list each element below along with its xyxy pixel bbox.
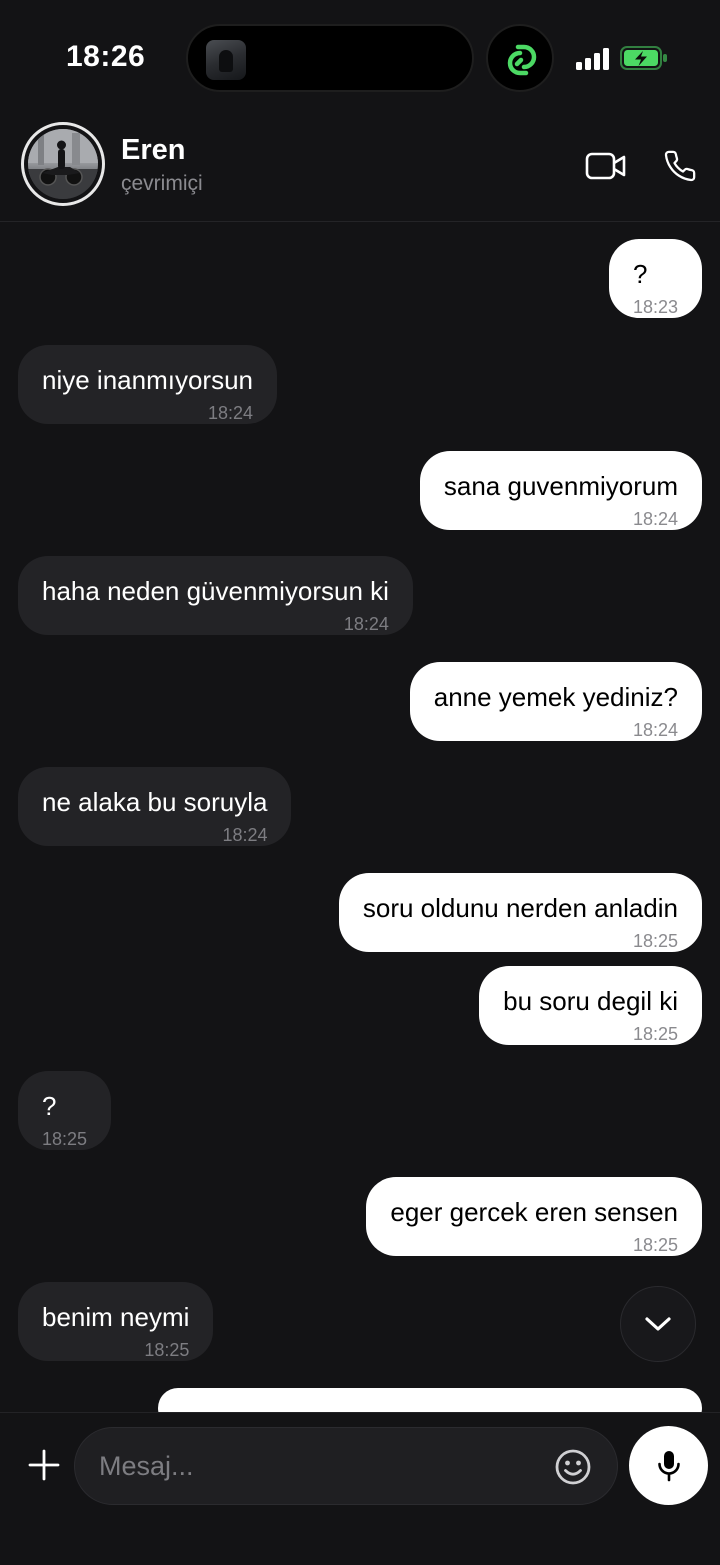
message-time: 18:25 xyxy=(632,1024,678,1044)
message-text: anne yemek yediniz? xyxy=(433,682,678,712)
message-input-container[interactable] xyxy=(74,1427,618,1505)
message-bubble-incoming[interactable]: ne alaka bu soruyla 18:24 xyxy=(18,767,292,846)
message-bubble-outgoing[interactable]: sana guvenmiyorum 18:24 xyxy=(419,451,702,530)
avatar-photo xyxy=(28,129,98,199)
message-text: sana guvenmiyorum xyxy=(443,471,678,501)
contact-status: çevrimiçi xyxy=(121,172,203,195)
message-bubble-outgoing[interactable]: anne yemek yediniz? 18:24 xyxy=(409,662,702,741)
message-text: ne alaka bu soruyla xyxy=(42,787,268,817)
message-time: 18:25 xyxy=(42,1129,88,1149)
message-bubble-incoming[interactable]: niye inanmıyorsun 18:24 xyxy=(18,345,277,424)
status-time: 18:26 xyxy=(66,40,146,73)
message-text: eger gercek eren sensen xyxy=(390,1197,678,1227)
message-text: ? xyxy=(632,259,648,289)
chat-header: Eren çevrimiçi xyxy=(0,112,720,222)
contact-name[interactable]: Eren xyxy=(121,134,185,167)
message-bubble-partial[interactable] xyxy=(158,1388,702,1412)
message-composer xyxy=(0,1412,720,1565)
emoji-icon[interactable] xyxy=(553,1447,593,1487)
message-time: 18:25 xyxy=(632,931,678,951)
message-bubble-incoming[interactable]: ? 18:25 xyxy=(18,1071,112,1150)
chevron-down-icon xyxy=(645,1317,671,1331)
chat-screen: 18:26 Eren çevrimiçi ? 18:23 niye inanmı… xyxy=(0,0,720,1565)
message-list[interactable]: ? 18:23 niye inanmıyorsun 18:24 sana guv… xyxy=(0,222,720,1412)
message-text: soru oldunu nerden anladin xyxy=(362,893,678,923)
message-text: benim neymi xyxy=(42,1302,190,1332)
message-time: 18:24 xyxy=(207,403,253,423)
message-time: 18:23 xyxy=(632,297,678,317)
message-bubble-outgoing[interactable]: eger gercek eren sensen 18:25 xyxy=(366,1177,702,1256)
message-time: 18:25 xyxy=(144,1340,190,1360)
link-app-icon xyxy=(507,44,537,76)
message-time: 18:24 xyxy=(632,720,678,740)
voice-record-button[interactable] xyxy=(629,1426,708,1505)
video-call-button[interactable] xyxy=(584,146,628,186)
message-bubble-outgoing[interactable]: bu soru degil ki 18:25 xyxy=(479,966,702,1045)
message-time: 18:24 xyxy=(222,825,268,845)
message-text: niye inanmıyorsun xyxy=(42,365,253,395)
message-bubble-incoming[interactable]: benim neymi 18:25 xyxy=(18,1282,214,1361)
message-time: 18:24 xyxy=(632,509,678,529)
live-activity[interactable] xyxy=(486,24,554,92)
scroll-to-bottom-button[interactable] xyxy=(620,1286,696,1362)
message-text: bu soru degil ki xyxy=(503,986,678,1016)
album-art-icon xyxy=(206,40,246,80)
message-time: 18:25 xyxy=(632,1235,678,1255)
message-time: 18:24 xyxy=(343,614,389,634)
microphone-icon xyxy=(657,1450,680,1481)
signal-icon xyxy=(576,48,609,70)
dynamic-island[interactable] xyxy=(186,24,474,92)
attach-button[interactable] xyxy=(22,1443,66,1487)
message-bubble-outgoing[interactable]: ? 18:23 xyxy=(608,239,702,318)
phone-icon xyxy=(664,150,696,182)
status-bar: 18:26 xyxy=(0,0,720,110)
avatar[interactable] xyxy=(21,122,105,206)
message-text: haha neden güvenmiyorsun ki xyxy=(42,576,389,606)
message-text: ? xyxy=(42,1091,57,1121)
voice-call-button[interactable] xyxy=(658,146,702,186)
battery-charging-icon xyxy=(620,46,667,70)
message-bubble-incoming[interactable]: haha neden güvenmiyorsun ki 18:24 xyxy=(18,556,413,635)
video-call-icon xyxy=(585,152,626,180)
message-bubble-outgoing[interactable]: soru oldunu nerden anladin 18:25 xyxy=(338,873,702,952)
plus-icon xyxy=(28,1449,60,1481)
message-input[interactable] xyxy=(99,1428,539,1504)
